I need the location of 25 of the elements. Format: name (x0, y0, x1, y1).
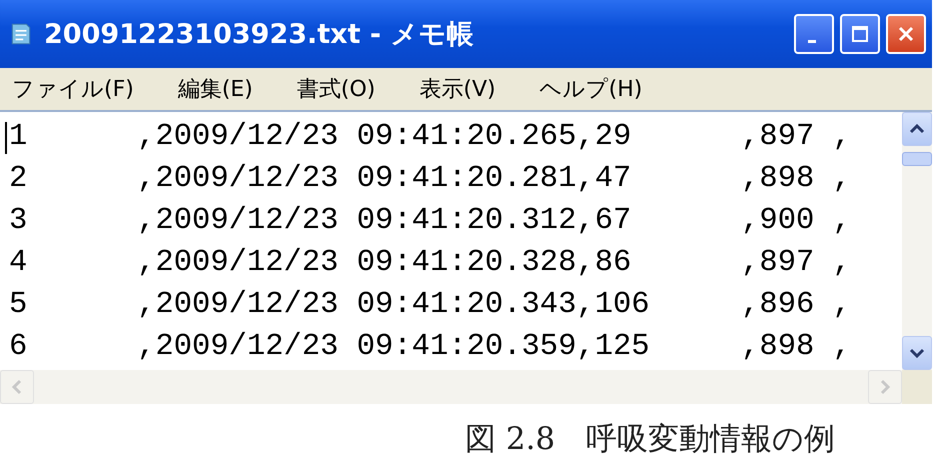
close-button[interactable] (886, 14, 926, 54)
menu-item[interactable]: ファイル(F) (12, 74, 134, 104)
scroll-up-button[interactable] (902, 112, 932, 146)
menu-item[interactable]: 書式(O) (296, 74, 376, 104)
maximize-button[interactable] (840, 14, 880, 54)
close-icon (896, 24, 916, 44)
text-line: 4 ,2009/12/23 09:41:20.328,86 ,897 , (9, 245, 851, 282)
maximize-icon (850, 24, 870, 44)
text-area[interactable] (0, 112, 902, 370)
text-line: 5 ,2009/12/23 09:41:20.343,106 ,896 , (9, 287, 851, 324)
scrollbar-thumb[interactable] (902, 152, 932, 166)
scrollbar-corner (902, 370, 932, 404)
minimize-button[interactable] (794, 14, 834, 54)
window-title: 20091223103923.txt - メモ帳 (44, 18, 474, 52)
text-line: 1 ,2009/12/23 09:41:20.265,29 ,897 , (9, 119, 851, 156)
text-cursor (5, 122, 7, 154)
figure-caption: 図 2.8 呼吸変動情報の例 (465, 420, 836, 459)
minimize-icon (808, 40, 816, 42)
menu-item[interactable]: 編集(E) (178, 74, 253, 104)
text-line: 3 ,2009/12/23 09:41:20.312,67 ,900 , (9, 203, 851, 240)
text-line: 2 ,2009/12/23 09:41:20.281,47 ,898 , (9, 161, 851, 198)
menu-item[interactable]: ヘルプ(H) (540, 74, 642, 104)
text-line: 6 ,2009/12/23 09:41:20.359,125 ,898 , (9, 329, 851, 366)
menu-item[interactable]: 表示(V) (419, 74, 496, 104)
scroll-down-button[interactable] (902, 336, 932, 370)
